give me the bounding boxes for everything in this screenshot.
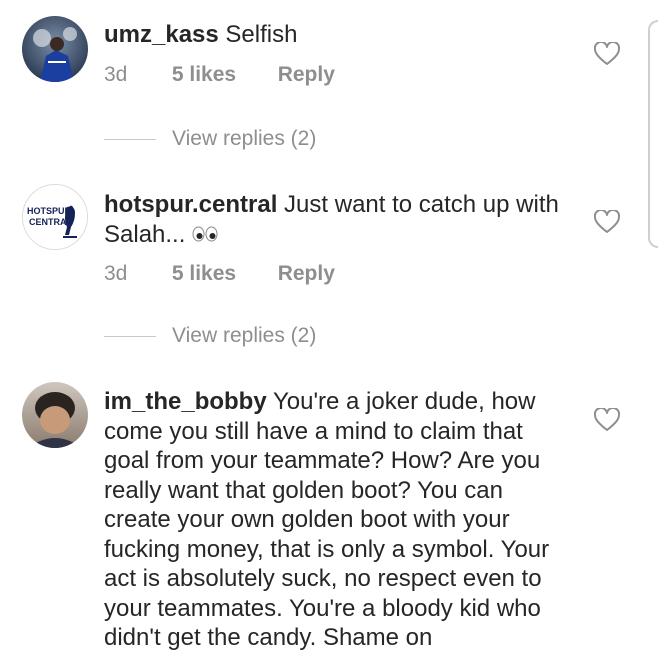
avatar-photo — [22, 382, 88, 448]
comment-text: hotspur.central Just want to catch up wi… — [104, 190, 564, 250]
comment-meta: 3d 5 likes Reply — [104, 63, 335, 87]
heart-outline-icon[interactable] — [593, 208, 621, 234]
avatar[interactable] — [22, 382, 88, 448]
comment-body: im_the_bobby You're a joker dude, how co… — [104, 387, 564, 653]
avatar[interactable]: HOTSPUR CENTRAL — [22, 184, 88, 250]
comment-likes[interactable]: 5 likes — [172, 63, 272, 87]
view-replies-button[interactable]: View replies (2) — [104, 124, 316, 154]
logo-text-line1: HOTSPUR — [27, 206, 72, 216]
comment-text: umz_kass Selfish — [104, 20, 564, 50]
divider-line — [104, 138, 156, 140]
hotspur-logo: HOTSPUR CENTRAL — [23, 185, 87, 249]
comment-body: hotspur.central Just want to catch up wi… — [104, 190, 564, 250]
comment-username[interactable]: umz_kass — [104, 21, 219, 48]
view-replies-label: View replies (2) — [172, 127, 317, 150]
comment-text: im_the_bobby You're a joker dude, how co… — [104, 387, 564, 653]
divider-line — [104, 335, 156, 337]
comment-time: 3d — [104, 63, 128, 86]
comment-username[interactable]: im_the_bobby — [104, 388, 267, 415]
view-replies-label: View replies (2) — [172, 324, 317, 347]
scroll-indicator[interactable] — [648, 20, 658, 248]
heart-outline-icon[interactable] — [593, 40, 621, 66]
reply-button[interactable]: Reply — [278, 262, 335, 286]
view-replies-button[interactable]: View replies (2) — [104, 321, 316, 351]
comment-username[interactable]: hotspur.central — [104, 191, 277, 218]
comment-meta: 3d 5 likes Reply — [104, 262, 335, 286]
avatar[interactable] — [22, 16, 88, 82]
heart-outline-icon[interactable] — [593, 406, 621, 432]
comment-body: umz_kass Selfish — [104, 20, 564, 50]
avatar-photo — [22, 16, 88, 82]
comment-likes[interactable]: 5 likes — [172, 262, 272, 286]
reply-button[interactable]: Reply — [278, 63, 335, 87]
eyes-emoji-icon — [192, 220, 218, 250]
comment-message: You're a joker dude, how come you still … — [104, 388, 550, 651]
comment-message: Selfish — [225, 21, 298, 48]
comment-time: 3d — [104, 262, 128, 285]
